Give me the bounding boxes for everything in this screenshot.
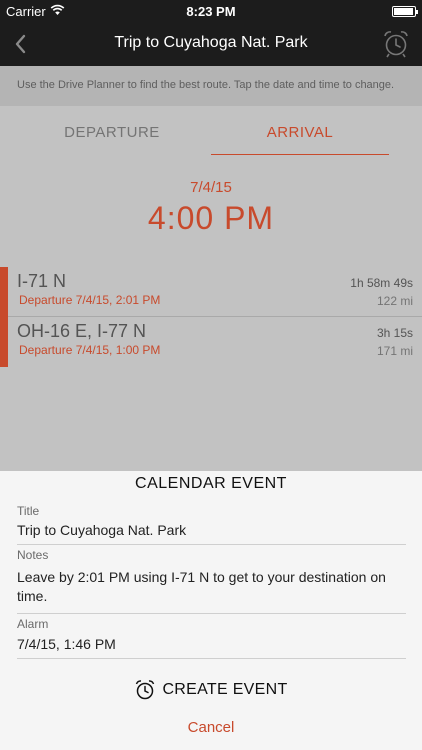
divider [17, 658, 406, 659]
route-item[interactable]: I-71 N Departure 7/4/15, 2:01 PM 1h 58m … [0, 267, 422, 317]
tab-selected-indicator [211, 154, 389, 155]
route-departure: Departure 7/4/15, 2:01 PM [19, 293, 161, 307]
alarm-field[interactable]: 7/4/15, 1:46 PM [17, 635, 408, 654]
battery-icon [392, 6, 418, 17]
alarm-clock-icon [136, 680, 155, 700]
route-accent-bar [0, 317, 8, 367]
tab-departure[interactable]: DEPARTURE [32, 124, 192, 141]
route-divider [8, 316, 422, 317]
planner-hint: Use the Drive Planner to find the best r… [0, 66, 422, 106]
divider [17, 544, 406, 545]
route-duration: 1h 58m 49s [350, 276, 413, 290]
notes-field[interactable]: Leave by 2:01 PM using I-71 N to get to … [17, 568, 408, 606]
create-event-label: CREATE EVENT [162, 681, 288, 698]
cancel-button[interactable]: Cancel [0, 719, 422, 736]
nav-bar: Trip to Cuyahoga Nat. Park [0, 22, 422, 66]
route-name: OH-16 E, I-77 N [17, 321, 147, 341]
notes-label: Notes [17, 548, 49, 562]
alarm-label: Alarm [17, 617, 49, 631]
selected-date[interactable]: 7/4/15 [0, 179, 422, 196]
alarm-clock-icon[interactable] [382, 29, 410, 59]
route-departure: Departure 7/4/15, 1:00 PM [19, 343, 161, 357]
route-duration: 3h 15s [376, 326, 413, 340]
status-time: 8:23 PM [186, 4, 236, 19]
route-item[interactable]: OH-16 E, I-77 N Departure 7/4/15, 1:00 P… [0, 317, 422, 367]
route-distance: 122 mi [376, 294, 413, 308]
status-bar: Carrier 8:23 PM [0, 0, 422, 22]
title-field[interactable]: Trip to Cuyahoga Nat. Park [17, 521, 408, 540]
divider [17, 613, 406, 614]
drive-planner: Use the Drive Planner to find the best r… [0, 66, 422, 471]
create-event-button[interactable]: CREATE EVENT [0, 679, 422, 707]
mode-tabs: DEPARTURE ARRIVAL [0, 106, 422, 156]
route-accent-bar [0, 267, 8, 317]
calendar-event-sheet: CALENDAR EVENT Title Trip to Cuyahoga Na… [0, 471, 422, 750]
title-label: Title [17, 504, 40, 518]
route-name: I-71 N [17, 271, 67, 291]
tab-arrival[interactable]: ARRIVAL [211, 124, 389, 141]
route-distance: 171 mi [376, 344, 413, 358]
selected-time[interactable]: 4:00 PM [0, 200, 422, 237]
sheet-title: CALENDAR EVENT [135, 475, 287, 492]
page-title: Trip to Cuyahoga Nat. Park [114, 34, 308, 51]
